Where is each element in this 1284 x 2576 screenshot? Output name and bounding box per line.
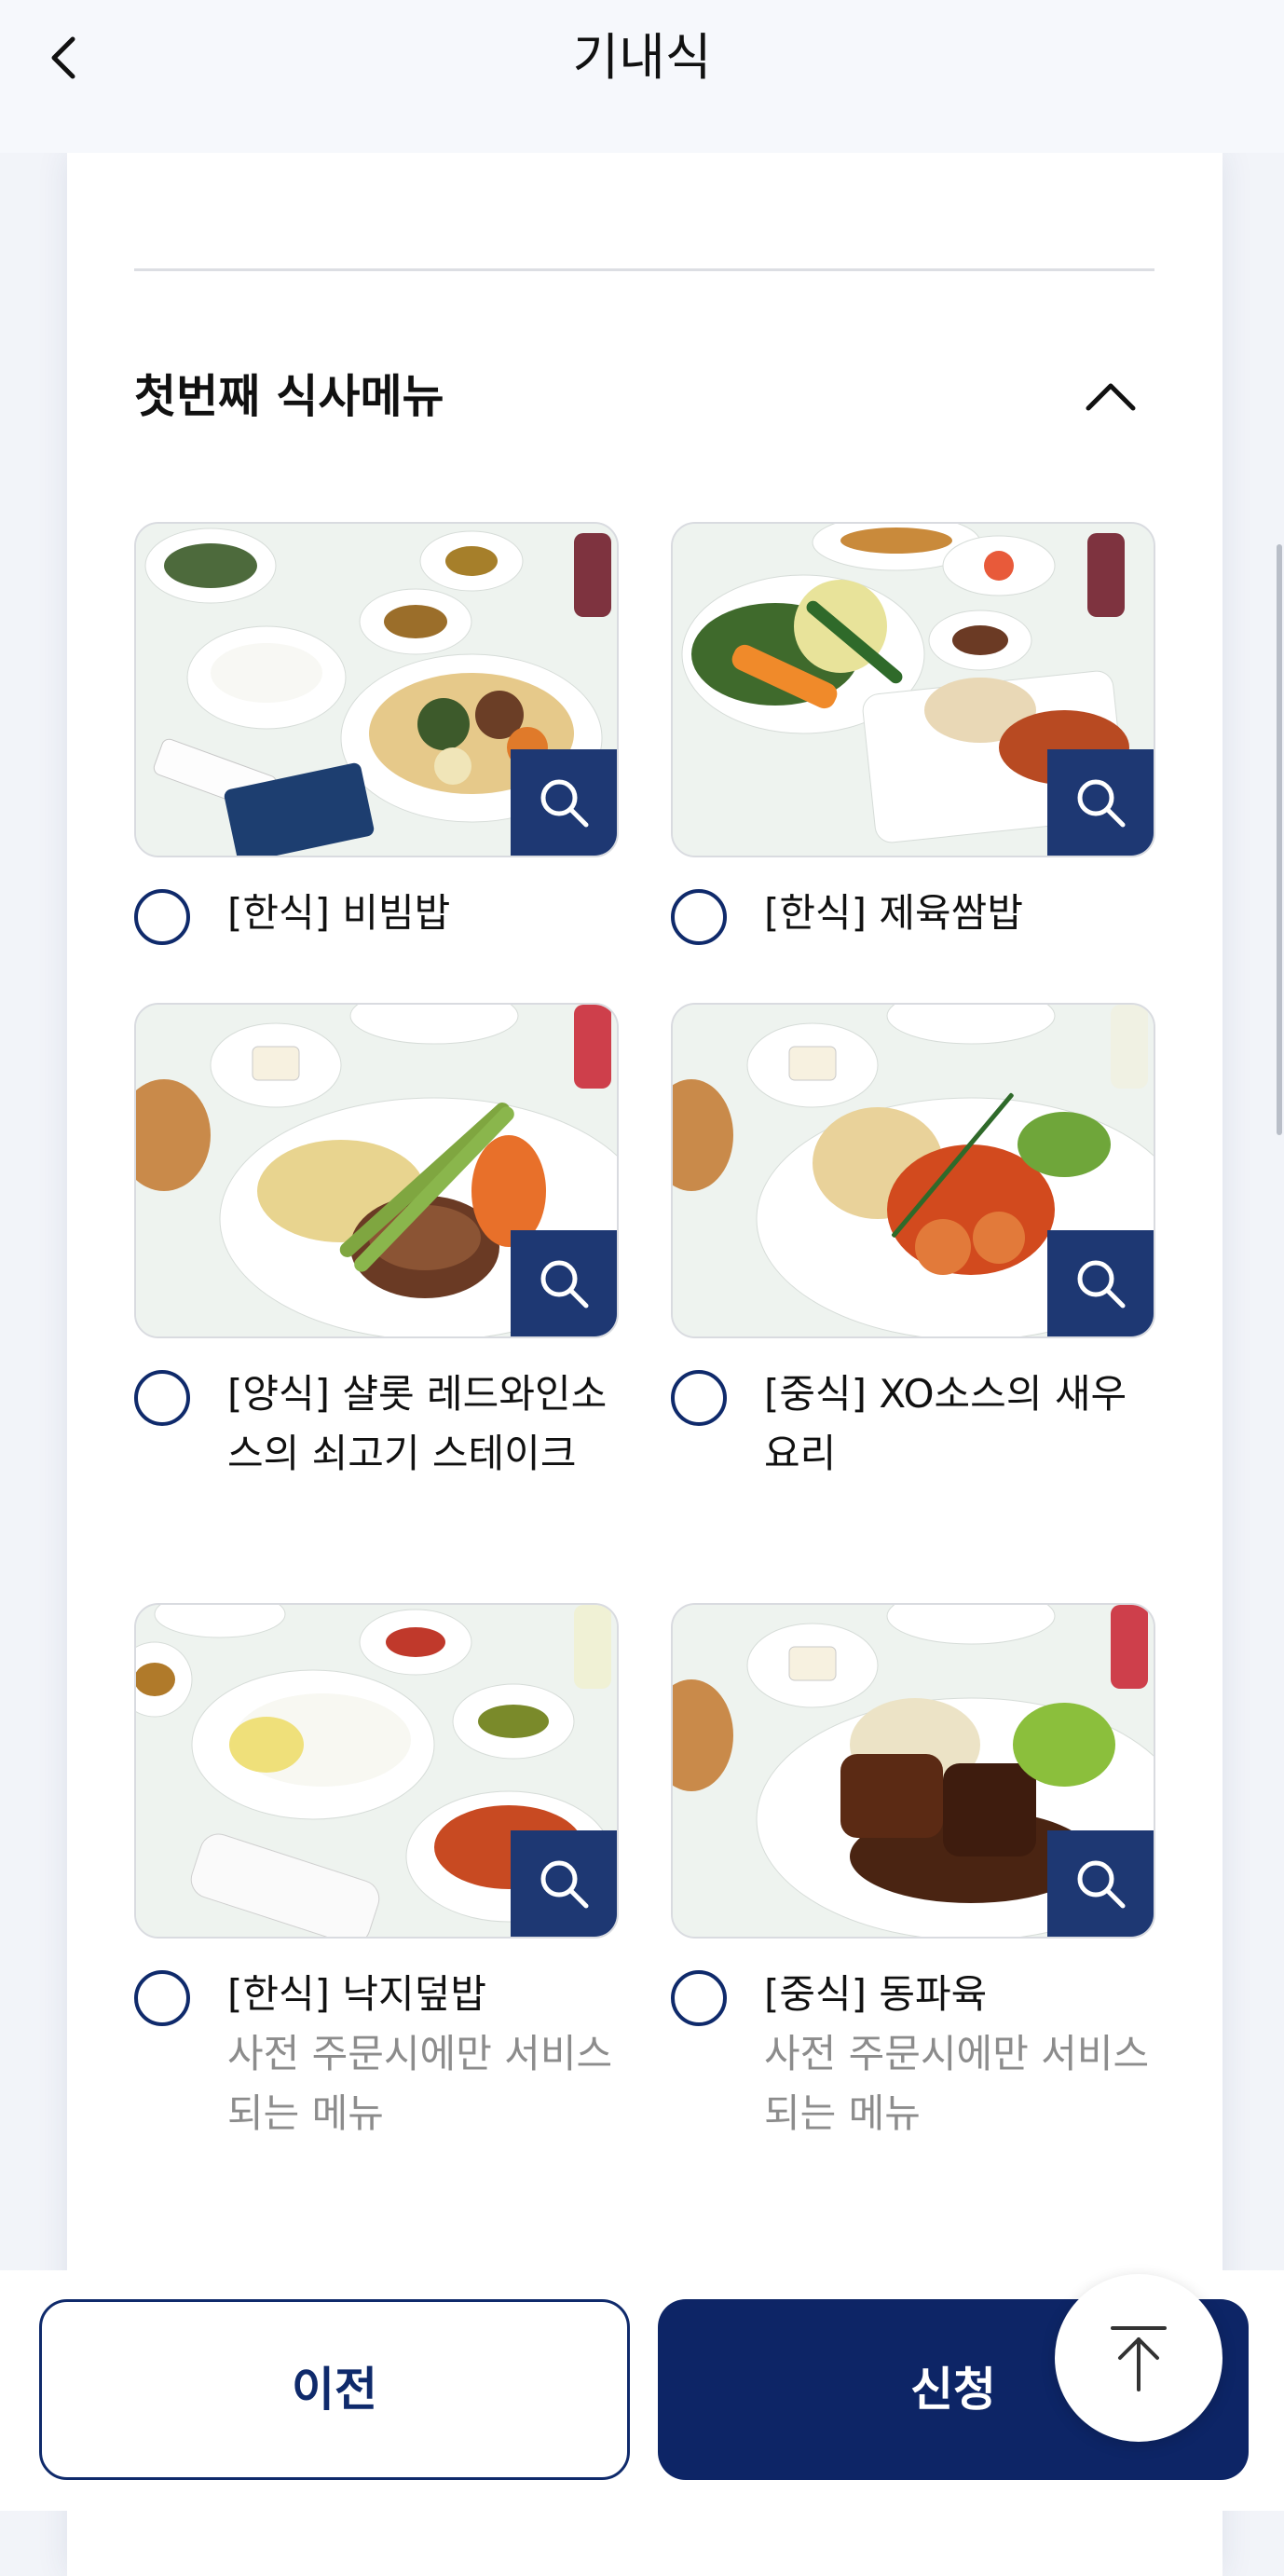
menu-name: [중식] XO소스의 새우 요리 bbox=[764, 1371, 1127, 1476]
menu-label: [한식] 낙지덮밥 사전 주문시에만 서비스되는 메뉴 bbox=[227, 1965, 619, 2144]
menu-image[interactable] bbox=[134, 522, 619, 857]
menu-item: [한식] 제육쌈밥 bbox=[671, 522, 1155, 945]
menu-image[interactable] bbox=[671, 522, 1155, 857]
search-icon bbox=[1077, 1260, 1126, 1309]
zoom-button[interactable] bbox=[511, 1830, 617, 1937]
arrow-up-icon bbox=[1111, 2326, 1167, 2391]
menu-image[interactable] bbox=[671, 1603, 1155, 1939]
menu-name: [한식] 제육쌈밥 bbox=[764, 890, 1023, 936]
search-icon bbox=[540, 1860, 589, 1909]
zoom-button[interactable] bbox=[1047, 749, 1154, 856]
app-header: 기내식 bbox=[0, 0, 1284, 153]
menu-name: [한식] 낙지덮밥 bbox=[227, 1971, 486, 2017]
menu-image[interactable] bbox=[671, 1003, 1155, 1338]
menu-item: [양식] 샬롯 레드와인소스의 쇠고기 스테이크 bbox=[134, 1003, 619, 1476]
scroll-top-button[interactable] bbox=[1055, 2274, 1223, 2442]
menu-radio[interactable] bbox=[134, 1970, 190, 2026]
chevron-up-icon bbox=[1086, 383, 1136, 411]
menu-note: 사전 주문시에만 서비스되는 메뉴 bbox=[227, 2031, 613, 2136]
prev-button[interactable]: 이전 bbox=[39, 2299, 630, 2480]
menu-label: [중식] 동파육 사전 주문시에만 서비스되는 메뉴 bbox=[764, 1965, 1155, 2144]
menu-item: [중식] 동파육 사전 주문시에만 서비스되는 메뉴 bbox=[671, 1603, 1155, 2136]
menu-item: [한식] 비빔밥 bbox=[134, 522, 619, 945]
zoom-button[interactable] bbox=[1047, 1230, 1154, 1336]
menu-image[interactable] bbox=[134, 1003, 619, 1338]
menu-radio[interactable] bbox=[134, 1370, 190, 1426]
meal-card: 첫번째 식사메뉴 [한식] 비빔밥 [한식] 제육쌈밥 [양식] 샬롯 레드와인… bbox=[67, 153, 1223, 2576]
menu-radio[interactable] bbox=[671, 889, 727, 945]
collapse-button[interactable] bbox=[1083, 373, 1139, 419]
menu-item: [한식] 낙지덮밥 사전 주문시에만 서비스되는 메뉴 bbox=[134, 1603, 619, 2136]
scrollbar[interactable] bbox=[1277, 544, 1282, 1135]
menu-radio[interactable] bbox=[671, 1970, 727, 2026]
menu-radio[interactable] bbox=[671, 1370, 727, 1426]
menu-label: [중식] XO소스의 새우 요리 bbox=[764, 1364, 1155, 1484]
zoom-button[interactable] bbox=[511, 749, 617, 856]
menu-label: [양식] 샬롯 레드와인소스의 쇠고기 스테이크 bbox=[227, 1364, 619, 1484]
search-icon bbox=[1077, 779, 1126, 828]
divider bbox=[134, 268, 1154, 271]
section-title: 첫번째 식사메뉴 bbox=[134, 370, 444, 423]
search-icon bbox=[540, 1260, 589, 1309]
menu-item: [중식] XO소스의 새우 요리 bbox=[671, 1003, 1155, 1476]
menu-image[interactable] bbox=[134, 1603, 619, 1939]
menu-note: 사전 주문시에만 서비스되는 메뉴 bbox=[764, 2031, 1150, 2136]
menu-label: [한식] 비빔밥 bbox=[227, 884, 619, 943]
menu-radio[interactable] bbox=[134, 889, 190, 945]
menu-label: [한식] 제육쌈밥 bbox=[764, 884, 1155, 943]
zoom-button[interactable] bbox=[1047, 1830, 1154, 1937]
menu-name: [한식] 비빔밥 bbox=[227, 890, 451, 936]
search-icon bbox=[540, 779, 589, 828]
menu-name: [중식] 동파육 bbox=[764, 1971, 988, 2017]
search-icon bbox=[1077, 1860, 1126, 1909]
zoom-button[interactable] bbox=[511, 1230, 617, 1336]
page-title: 기내식 bbox=[572, 28, 712, 87]
menu-name: [양식] 샬롯 레드와인소스의 쇠고기 스테이크 bbox=[227, 1371, 608, 1476]
